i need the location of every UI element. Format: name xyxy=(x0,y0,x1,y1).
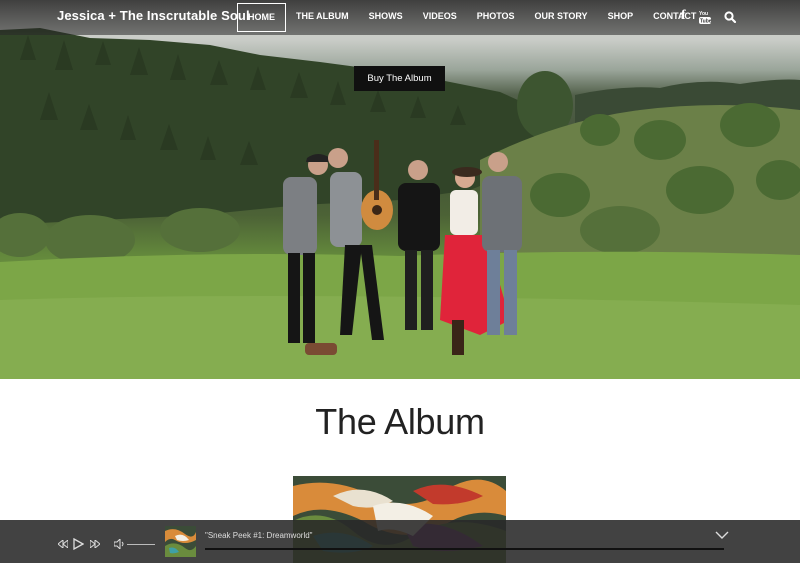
search-icon[interactable] xyxy=(724,11,736,23)
top-navbar: Jessica + The Inscrutable Soul HOME THE … xyxy=(0,0,800,35)
main-nav: HOME THE ALBUM SHOWS VIDEOS PHOTOS OUR S… xyxy=(237,3,706,32)
play-icon[interactable] xyxy=(73,538,84,550)
volume-icon[interactable] xyxy=(114,539,125,549)
nav-item-videos[interactable]: VIDEOS xyxy=(413,3,467,32)
nav-item-home[interactable]: HOME xyxy=(237,3,286,32)
nav-item-shows[interactable]: SHOWS xyxy=(359,3,413,32)
nav-item-shop[interactable]: SHOP xyxy=(598,3,644,32)
buy-album-button[interactable]: Buy The Album xyxy=(354,66,445,91)
chevron-down-icon[interactable] xyxy=(715,531,729,540)
facebook-icon[interactable]: f xyxy=(681,8,686,24)
nav-item-photos[interactable]: PHOTOS xyxy=(467,3,525,32)
track-thumbnail xyxy=(165,526,196,557)
svg-text:Tube: Tube xyxy=(700,19,711,25)
youtube-icon[interactable]: You Tube xyxy=(699,10,711,24)
nav-item-our-story[interactable]: OUR STORY xyxy=(525,3,598,32)
section-title: The Album xyxy=(315,401,485,442)
hero-image xyxy=(0,0,800,379)
track-title: "Sneak Peek #1: Dreamworld" xyxy=(205,531,313,540)
track-progress-bar[interactable] xyxy=(205,548,724,550)
fast-forward-icon[interactable] xyxy=(90,540,100,548)
nav-item-contact[interactable]: CONTACT xyxy=(643,3,706,32)
site-brand[interactable]: Jessica + The Inscrutable Soul xyxy=(57,8,250,23)
hero-photo xyxy=(0,28,800,379)
nav-item-the-album[interactable]: THE ALBUM xyxy=(286,3,359,32)
rewind-icon[interactable] xyxy=(58,540,68,548)
volume-slider[interactable] xyxy=(127,544,155,545)
svg-text:You: You xyxy=(699,11,708,17)
